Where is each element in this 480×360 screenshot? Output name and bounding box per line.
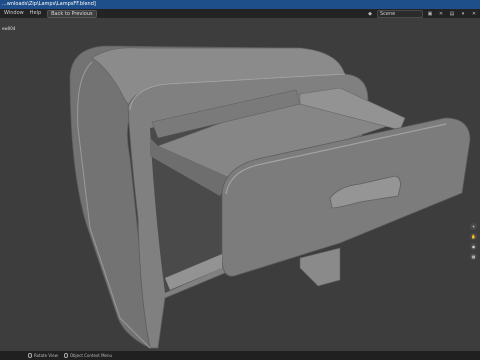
view-layer-icon[interactable]: ▤ bbox=[448, 11, 456, 17]
nightstand-model bbox=[69, 45, 471, 349]
window-title: ...wnloads\Zip\Lamps\LampsFF.blend] bbox=[0, 0, 480, 9]
browse-icon[interactable]: ▾ bbox=[459, 11, 467, 17]
status-bar: Rotate View Object Context Menu bbox=[0, 351, 480, 360]
status-rotate-label: Rotate View bbox=[34, 353, 58, 358]
menu-help[interactable]: Help bbox=[30, 9, 41, 18]
close-icon[interactable]: ✕ bbox=[470, 11, 478, 17]
pan-hand-icon[interactable]: ✋ bbox=[470, 233, 477, 240]
status-context-label: Object Context Menu bbox=[69, 353, 113, 358]
status-context-menu: Object Context Menu bbox=[63, 353, 113, 358]
mouse-middle-icon bbox=[28, 353, 32, 358]
zoom-icon[interactable]: + bbox=[470, 223, 477, 230]
back-to-previous-button[interactable]: Back to Previous bbox=[47, 9, 97, 18]
new-scene-icon[interactable]: ▣ bbox=[426, 11, 434, 17]
menu-window[interactable]: Window bbox=[4, 9, 24, 18]
scene-header: ◆ Scene ▣ ✕ ▤ ▾ ✕ bbox=[366, 9, 478, 18]
viewport-gizmos: + ✋ ◉ ▦ bbox=[470, 223, 477, 260]
delete-icon[interactable]: ✕ bbox=[437, 11, 445, 17]
status-rotate-view: Rotate View bbox=[28, 353, 58, 358]
mouse-right-icon bbox=[63, 353, 68, 358]
scene-selector[interactable]: Scene bbox=[377, 9, 423, 18]
camera-icon[interactable]: ◉ bbox=[470, 243, 477, 250]
grid-icon[interactable]: ▦ bbox=[470, 253, 477, 260]
scene-icon[interactable]: ◆ bbox=[366, 11, 374, 17]
3d-viewport[interactable]: ew004 + ✋ ◉ ▦ bbox=[0, 18, 480, 351]
